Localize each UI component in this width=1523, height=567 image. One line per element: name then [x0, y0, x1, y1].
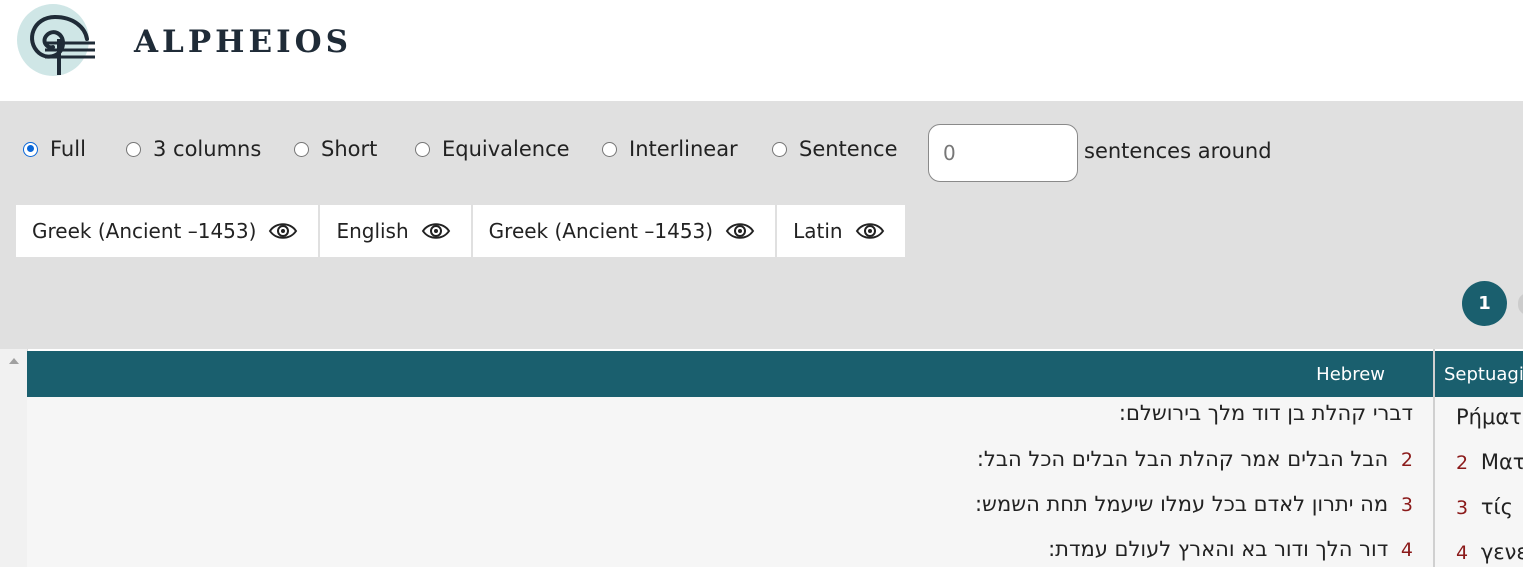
hebrew-line-text: הבל הבלים אמר קהלת הבל הבלים הכל הבל:	[976, 447, 1389, 471]
septuagint-line-text: Ρήματ	[1456, 405, 1522, 429]
hebrew-line-text: דברי קהלת בן דוד מלך בירושלם:	[1118, 401, 1413, 425]
radio-3-columns[interactable]	[126, 141, 141, 157]
language-tab-english[interactable]: English	[320, 205, 471, 257]
language-tab-label: Greek (Ancient –1453)	[32, 219, 257, 243]
line-number: 2	[1394, 449, 1413, 471]
hebrew-line: 2 הבל הבלים אמר קהלת הבל הבלים הכל הבל:	[977, 447, 1413, 471]
hebrew-text-column: דברי קהלת בן דוד מלך בירושלם: 2 הבל הבלי…	[27, 397, 1433, 567]
language-tab-latin[interactable]: Latin	[777, 205, 905, 257]
sentences-around-input[interactable]	[928, 124, 1078, 182]
view-option-label: Short	[321, 137, 378, 161]
sentences-around-label: sentences around	[1084, 139, 1272, 163]
brand-logo-text: ALPHEIOS	[134, 24, 352, 60]
hebrew-line: דברי קהלת בן דוד מלך בירושלם:	[1119, 401, 1413, 425]
radio-equivalence[interactable]	[415, 141, 430, 157]
septuagint-line-text: τίς	[1480, 495, 1513, 519]
view-option-3-columns[interactable]: 3 columns	[126, 137, 261, 161]
eye-icon[interactable]	[855, 221, 885, 241]
language-tab-label: Latin	[793, 219, 843, 243]
radio-short[interactable]	[294, 141, 309, 157]
line-number: 3	[1394, 494, 1413, 516]
line-number: 2	[1456, 452, 1475, 474]
line-number: 4	[1394, 539, 1413, 561]
language-tab-greek-1[interactable]: Greek (Ancient –1453)	[16, 205, 319, 257]
view-option-sentence[interactable]: Sentence	[772, 137, 898, 161]
septuagint-line: 4 γενε	[1456, 540, 1523, 564]
eye-icon[interactable]	[268, 221, 298, 241]
language-tab-label: English	[336, 219, 409, 243]
view-option-label: Sentence	[799, 137, 898, 161]
view-option-label: Interlinear	[629, 137, 738, 161]
scrollbar[interactable]	[0, 349, 28, 567]
hebrew-line: 4 דור הלך ודור בא והארץ לעולם עמדת:	[1048, 537, 1413, 561]
hebrew-line-text: דור הלך ודור בא והארץ לעולם עמדת:	[1048, 537, 1389, 561]
septuagint-text-column: Ρήματ 2 Ματ 3 τίς 4 γενε	[1435, 397, 1523, 567]
view-option-full[interactable]: Full	[23, 137, 86, 161]
column-header-hebrew: Hebrew	[27, 351, 1433, 397]
view-option-label: 3 columns	[153, 137, 262, 161]
line-number: 3	[1456, 497, 1475, 519]
eye-icon[interactable]	[725, 221, 755, 241]
alpheios-swirl-logo	[17, 4, 95, 76]
septuagint-line-text: γενε	[1480, 540, 1523, 564]
hebrew-line-text: מה יתרון לאדם בכל עמלו שיעמל תחת השמש:	[974, 492, 1389, 516]
view-option-interlinear[interactable]: Interlinear	[602, 137, 738, 161]
line-number: 4	[1456, 542, 1475, 564]
eye-icon[interactable]	[421, 221, 451, 241]
scroll-up-arrow-icon[interactable]	[9, 358, 19, 364]
view-option-label: Full	[50, 137, 86, 161]
septuagint-line: 3 τίς	[1456, 495, 1513, 519]
language-tab-label: Greek (Ancient –1453)	[488, 219, 714, 243]
view-option-label: Equivalence	[442, 137, 570, 161]
septuagint-line: Ρήματ	[1456, 405, 1522, 429]
app-header: ALPHEIOS	[0, 0, 1523, 101]
page-button-next-partial[interactable]	[1518, 293, 1523, 315]
radio-interlinear[interactable]	[602, 141, 617, 157]
page-button-current[interactable]: 1	[1462, 281, 1507, 326]
radio-sentence[interactable]	[772, 141, 787, 157]
view-option-short[interactable]: Short	[294, 137, 377, 161]
radio-full[interactable]	[23, 141, 38, 157]
language-tab-greek-2[interactable]: Greek (Ancient –1453)	[472, 205, 776, 257]
septuagint-line: 2 Ματ	[1456, 450, 1523, 474]
options-panel: Full 3 columns Short Equivalence Interli…	[0, 101, 1523, 349]
septuagint-line-text: Ματ	[1480, 450, 1523, 474]
hebrew-line: 3 מה יתרון לאדם בכל עמלו שיעמל תחת השמש:	[975, 492, 1413, 516]
view-option-equivalence[interactable]: Equivalence	[415, 137, 570, 161]
language-tabs: Greek (Ancient –1453) English Greek (Anc…	[16, 205, 907, 257]
column-header-septuagint: Septuagi	[1435, 351, 1523, 397]
